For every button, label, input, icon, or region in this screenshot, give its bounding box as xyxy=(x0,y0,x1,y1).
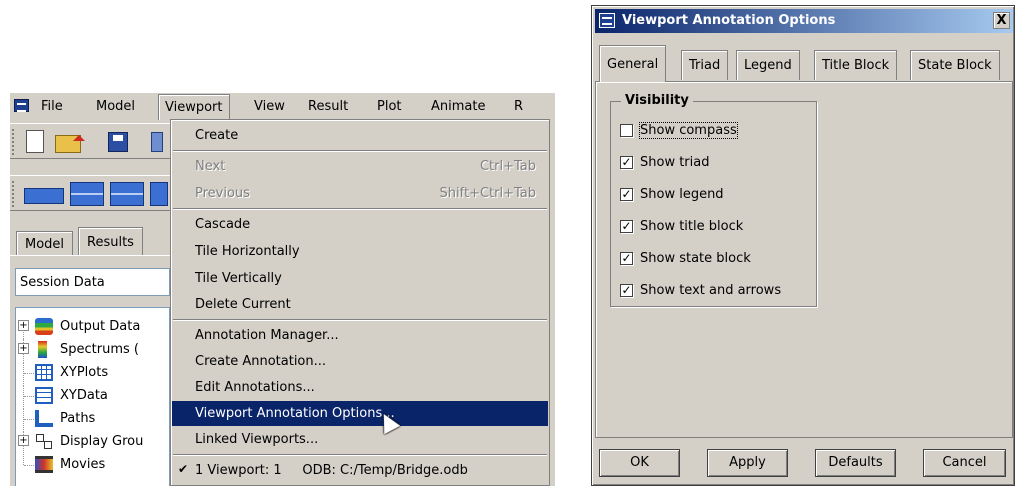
tile-horizontal-icon[interactable] xyxy=(70,182,104,206)
viewport-annotation-options-dialog: Viewport Annotation Options X General Tr… xyxy=(591,5,1015,486)
checkbox-label: Show legend xyxy=(640,187,724,202)
visibility-group-label: Visibility xyxy=(621,93,693,108)
menu-item-viewport-annotation-options[interactable]: Viewport Annotation Options... xyxy=(172,401,548,426)
output-database-icon xyxy=(35,318,53,335)
toolbar-grip[interactable] xyxy=(12,181,15,207)
tab-results[interactable]: Results xyxy=(78,227,143,256)
spectrum-icon xyxy=(38,341,47,358)
menu-model[interactable]: Model xyxy=(96,99,135,114)
menu-item-delete-current[interactable]: Delete Current xyxy=(172,292,548,317)
expand-icon[interactable]: + xyxy=(18,435,29,446)
checkbox-label: Show title block xyxy=(640,219,744,234)
menu-viewport[interactable]: Viewport xyxy=(158,94,230,120)
dialog-tabs: General Triad Legend Title Block State B… xyxy=(595,44,1013,82)
tab-title-block[interactable]: Title Block xyxy=(814,50,898,80)
checkbox-label: Show text and arrows xyxy=(640,283,782,298)
tab-triad[interactable]: Triad xyxy=(681,50,729,80)
menu-item-annotation-manager[interactable]: Annotation Manager... xyxy=(172,323,548,348)
menu-view[interactable]: View xyxy=(254,99,285,114)
checkbox-checked-icon[interactable]: ✓ xyxy=(620,188,633,201)
menu-plot[interactable]: Plot xyxy=(377,99,402,114)
menu-item-linked-viewports[interactable]: Linked Viewports... xyxy=(172,427,548,452)
menu-file[interactable]: File xyxy=(41,99,63,114)
tree-label: Display Grou xyxy=(60,434,144,449)
viewport-toolbar xyxy=(10,175,170,211)
menu-item-viewport-1[interactable]: ✔ 1 Viewport: 1 ODB: C:/Temp/Bridge.odb xyxy=(172,458,548,483)
expand-icon[interactable]: + xyxy=(18,343,29,354)
xyplot-icon xyxy=(35,364,53,381)
menu-item-create[interactable]: Create xyxy=(172,123,548,148)
menu-item-create-annotation[interactable]: Create Annotation... xyxy=(172,349,548,374)
checkmark-icon: ✔ xyxy=(178,462,189,476)
menu-result[interactable]: Result xyxy=(308,99,348,114)
tree-label: Spectrums ( xyxy=(60,342,139,357)
checkbox-unchecked-icon[interactable] xyxy=(620,124,633,137)
checkbox-label: Show state block xyxy=(640,251,751,266)
defaults-button[interactable]: Defaults xyxy=(815,449,896,477)
menu-bar: File Model Viewport View Result Plot Ani… xyxy=(10,93,555,121)
dialog-title: Viewport Annotation Options xyxy=(622,13,836,28)
paths-icon xyxy=(35,410,53,427)
dialog-app-icon xyxy=(599,13,615,28)
tab-model[interactable]: Model xyxy=(16,231,74,255)
menu-item-tile-horizontally[interactable]: Tile Horizontally xyxy=(172,239,548,264)
app-menu-icon[interactable] xyxy=(14,99,29,112)
print-icon[interactable] xyxy=(151,132,163,152)
movies-icon xyxy=(35,456,53,473)
close-button[interactable]: X xyxy=(993,12,1010,29)
general-tab-panel: Visibility Show compass ✓ Show triad ✓ S… xyxy=(595,81,1013,438)
checkbox-label: Show compass xyxy=(639,122,738,139)
xydata-icon xyxy=(35,387,53,404)
tab-state-block[interactable]: State Block xyxy=(910,50,1000,80)
tree-label: XYData xyxy=(60,388,108,403)
checkbox-checked-icon[interactable]: ✓ xyxy=(620,220,633,233)
menu-item-cascade[interactable]: Cascade xyxy=(172,212,548,237)
toolbar-grip[interactable] xyxy=(12,129,15,155)
results-tree: + Output Data + Spectrums ( XYPlots XYDa… xyxy=(15,307,170,486)
viewport-dropdown-menu: Create Next Ctrl+Tab Previous Shift+Ctrl+T… xyxy=(170,119,550,486)
file-toolbar xyxy=(10,123,170,159)
tile-vertical-icon[interactable] xyxy=(110,182,144,206)
tree-label: Output Data xyxy=(60,319,141,334)
menu-item-edit-annotations[interactable]: Edit Annotations... xyxy=(172,375,548,400)
menu-item-next: Next Ctrl+Tab xyxy=(195,159,536,174)
expand-icon[interactable]: + xyxy=(18,320,29,331)
cancel-button[interactable]: Cancel xyxy=(923,449,1006,477)
menu-item-previous: Previous Shift+Ctrl+Tab xyxy=(195,186,536,201)
menu-animate[interactable]: Animate xyxy=(431,99,485,114)
viewport-single-icon[interactable] xyxy=(24,188,64,204)
cascade-icon[interactable] xyxy=(150,182,168,206)
checkbox-checked-icon[interactable]: ✓ xyxy=(620,284,633,297)
apply-button[interactable]: Apply xyxy=(707,449,788,477)
display-group-icon xyxy=(35,433,53,450)
checkbox-checked-icon[interactable]: ✓ xyxy=(620,156,633,169)
visibility-group: Visibility Show compass ✓ Show triad ✓ S… xyxy=(610,93,817,307)
checkbox-checked-icon[interactable]: ✓ xyxy=(620,252,633,265)
save-icon[interactable] xyxy=(108,132,128,152)
tree-label: Movies xyxy=(60,457,106,472)
tab-legend[interactable]: Legend xyxy=(736,50,800,80)
session-data-select[interactable]: Session Data xyxy=(15,268,170,296)
dialog-title-bar[interactable]: Viewport Annotation Options X xyxy=(595,9,1013,33)
menu-more[interactable]: R xyxy=(514,99,523,114)
menu-item-tile-vertically[interactable]: Tile Vertically xyxy=(172,266,548,291)
ok-button[interactable]: OK xyxy=(599,449,680,477)
tab-general[interactable]: General xyxy=(599,45,667,82)
new-file-icon[interactable] xyxy=(26,130,44,153)
open-file-icon[interactable] xyxy=(55,135,85,153)
checkbox-label: Show triad xyxy=(640,155,710,170)
tree-label: Paths xyxy=(60,411,96,426)
main-window: File Model Viewport View Result Plot Ani… xyxy=(10,93,555,486)
tree-label: XYPlots xyxy=(60,365,109,380)
model-results-tabs: Model Results xyxy=(10,226,170,256)
